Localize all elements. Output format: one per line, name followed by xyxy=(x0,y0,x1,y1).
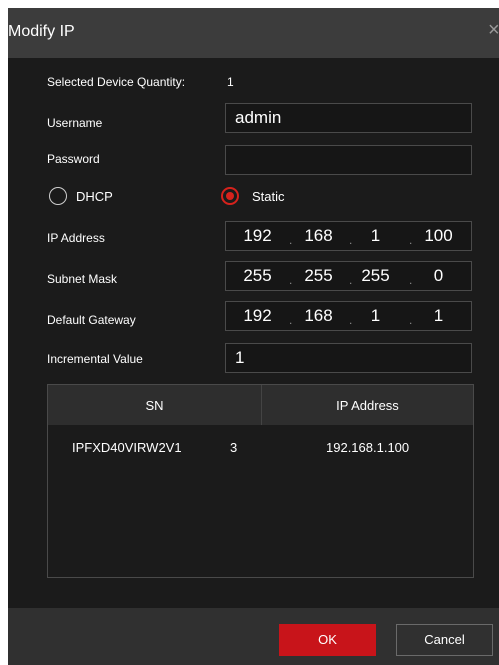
static-label: Static xyxy=(252,189,285,204)
gateway-octet-4[interactable]: 1 xyxy=(416,302,461,330)
top-strip xyxy=(0,0,499,8)
password-field[interactable] xyxy=(225,145,472,175)
octet-separator: . xyxy=(349,233,353,247)
row-extra-value: 3 xyxy=(230,440,238,455)
octet-separator: . xyxy=(409,313,413,327)
row-sn: IPFXD40VIRW2V1 xyxy=(72,440,182,455)
incremental-value-label: Incremental Value xyxy=(47,352,143,366)
subnet-mask-input[interactable]: 255 . 255 . 255 . 0 xyxy=(225,261,472,291)
username-label: Username xyxy=(47,116,103,130)
dhcp-label: DHCP xyxy=(76,189,113,204)
ip-address-label: IP Address xyxy=(47,231,105,245)
octet-separator: . xyxy=(349,313,353,327)
username-field[interactable]: admin xyxy=(225,103,472,133)
gateway-octet-1[interactable]: 192 xyxy=(235,302,280,330)
row-ip-address: 192.168.1.100 xyxy=(326,440,410,455)
subnet-octet-2[interactable]: 255 xyxy=(296,262,341,290)
octet-separator: . xyxy=(349,273,353,287)
octet-separator: . xyxy=(289,233,293,247)
password-label: Password xyxy=(47,152,100,166)
table-header: SN IP Address xyxy=(48,385,473,425)
subnet-octet-3[interactable]: 255 xyxy=(353,262,398,290)
subnet-octet-4[interactable]: 0 xyxy=(416,262,461,290)
gateway-octet-2[interactable]: 168 xyxy=(296,302,341,330)
ip-octet-4[interactable]: 100 xyxy=(416,222,461,250)
dialog-title: Modify IP xyxy=(8,23,75,40)
default-gateway-label: Default Gateway xyxy=(47,313,136,327)
ip-octet-2[interactable]: 168 xyxy=(296,222,341,250)
octet-separator: . xyxy=(289,273,293,287)
dialog-footer: OK Cancel xyxy=(8,608,499,665)
dhcp-radio[interactable] xyxy=(49,187,67,205)
column-header-ip: IP Address xyxy=(336,398,399,413)
quantity-value: 1 xyxy=(227,75,234,89)
ip-address-input[interactable]: 192 . 168 . 1 . 100 xyxy=(225,221,472,251)
ok-button[interactable]: OK xyxy=(279,624,376,656)
device-table: SN IP Address IPFXD40VIRW2V1 3 192.168.1… xyxy=(47,384,474,578)
octet-separator: . xyxy=(289,313,293,327)
ip-octet-1[interactable]: 192 xyxy=(235,222,280,250)
close-icon[interactable]: × xyxy=(488,20,499,40)
cancel-button[interactable]: Cancel xyxy=(396,624,493,656)
column-header-sn: SN xyxy=(145,398,164,413)
quantity-label: Selected Device Quantity: xyxy=(47,75,186,89)
ip-octet-3[interactable]: 1 xyxy=(353,222,398,250)
subnet-octet-1[interactable]: 255 xyxy=(235,262,280,290)
octet-separator: . xyxy=(409,233,413,247)
octet-separator: . xyxy=(409,273,413,287)
modify-ip-dialog: Modify IP × Selected Device Quantity: 1 … xyxy=(8,8,499,665)
gateway-octet-3[interactable]: 1 xyxy=(353,302,398,330)
subnet-mask-label: Subnet Mask xyxy=(47,272,118,286)
static-radio[interactable] xyxy=(221,187,239,205)
default-gateway-input[interactable]: 192 . 168 . 1 . 1 xyxy=(225,301,472,331)
dialog-titlebar: Modify IP × xyxy=(8,8,499,58)
incremental-value-field[interactable]: 1 xyxy=(225,343,472,373)
